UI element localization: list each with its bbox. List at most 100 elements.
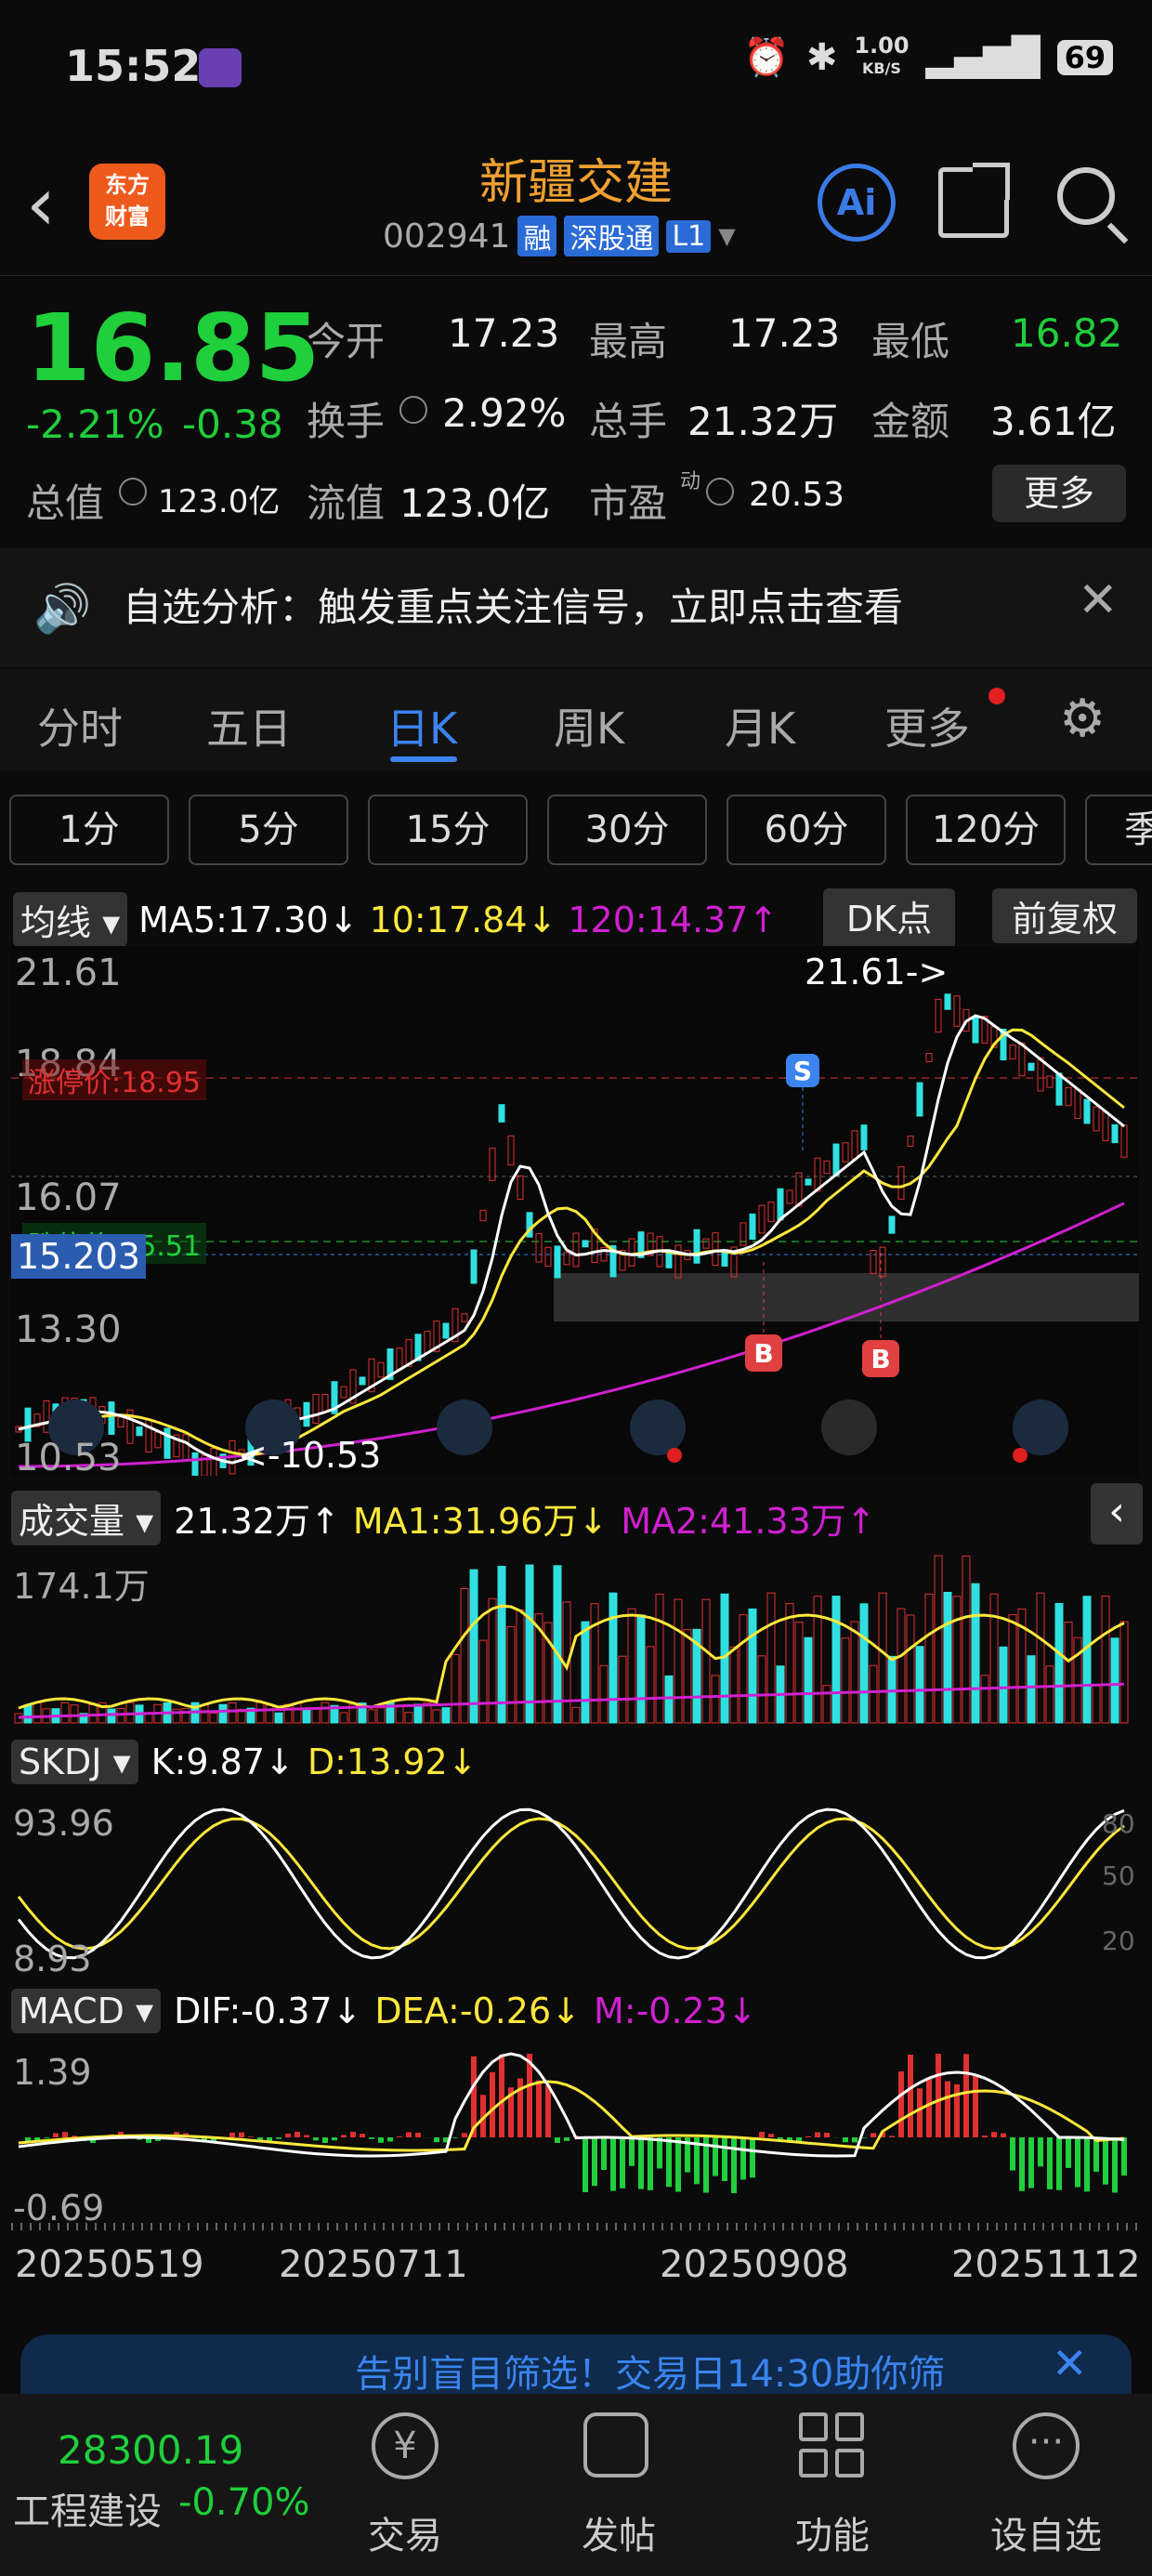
next-icon[interactable] [821,1400,877,1455]
period-15min[interactable]: 15分 [368,795,528,865]
date-label-3: 20250908 [660,2243,849,2286]
collapse-icon[interactable]: ‹ [1091,1483,1143,1544]
low-value: 16.82 [1011,310,1123,356]
ma120-value: 120:14.37↑ [568,899,779,940]
tab-daily-k[interactable]: 日K [386,695,457,756]
grid-icon[interactable] [799,2412,864,2477]
info-icon[interactable] [119,478,147,506]
macd-bar [341,2135,347,2137]
candle [359,1376,366,1386]
adjust-button[interactable]: 前复权 [992,888,1137,943]
candle [1111,1124,1119,1144]
period-quarter[interactable]: 季 [1085,795,1152,865]
period-30min[interactable]: 30分 [547,795,707,865]
period-1min[interactable]: 1分 [9,795,169,865]
tab-more[interactable]: 更多 [884,695,970,756]
date-label-1: 20250519 [15,2243,204,2286]
macd-bar [908,2054,913,2137]
macd-m: M:-0.23↓ [594,1991,757,2031]
info-icon[interactable] [399,396,427,424]
pe-sup: 动 [680,470,701,493]
ma-selector[interactable]: 均线 ▾ [13,892,128,947]
macd-bar [778,2137,783,2139]
share-icon[interactable] [938,163,1010,238]
volume-bar [804,1636,813,1724]
macd-selector[interactable]: MACD ▾ [11,1989,162,2033]
macd-bar [583,2137,588,2192]
macd-bar [536,2080,542,2137]
volume-bar [451,1653,460,1724]
info-icon[interactable] [706,478,734,506]
macd-bar [620,2137,625,2188]
volume-selector[interactable]: 成交量 ▾ [11,1491,162,1545]
volume-bar [794,1621,804,1724]
more-button[interactable]: 更多 [992,465,1126,522]
volume-bar [1101,1596,1110,1724]
stock-code-row[interactable]: 002941 融 深股通 L1 ▼ [383,216,736,256]
index-value[interactable]: 28300.19 [58,2427,243,2473]
amount-value: 3.61亿 [990,399,1117,444]
volume-legend: 成交量 ▾ 21.32万↑ MA1:31.96万↓ MA2:41.33万↑ [11,1491,876,1545]
nav-post[interactable]: 发帖 [554,2505,684,2559]
close-icon[interactable]: ✕ [1078,572,1119,628]
promo-banner[interactable]: 告别盲目筛选！交易日14:30助你筛 ✕ [20,2334,1132,2399]
macd-bar [313,2137,319,2141]
post-icon[interactable] [583,2412,648,2477]
volume-bar [822,1685,831,1724]
change-abs: -0.38 [182,401,283,447]
period-60min[interactable]: 60分 [727,795,886,865]
prev-icon[interactable] [630,1400,686,1455]
skdj-bottom-label: 8.93 [13,1939,92,1979]
close-icon[interactable]: ✕ [1052,2338,1088,2388]
candle [164,1427,171,1459]
volume-bar [841,1637,850,1724]
ai-button[interactable]: Ai [818,164,896,242]
volume-bar [432,1709,441,1724]
kline-legend: 均线 ▾ MA5:17.30↓ 10:17.84↓ 120:14.37↑ [13,892,778,947]
tab-monthly-k[interactable]: 月K [725,695,795,756]
volume-bar [943,1591,952,1724]
notice-bar[interactable]: 🔊 自选分析：触发重点关注信号，立即点击查看 ✕ [0,548,1152,667]
macd-bar [248,2136,254,2137]
macd-bar [360,2134,365,2137]
macd-bar [332,2137,337,2141]
tab-five-day[interactable]: 五日 [206,695,292,756]
tab-intraday[interactable]: 分时 [37,695,123,756]
nav-functions[interactable]: 功能 [767,2505,897,2559]
tab-weekly-k[interactable]: 周K [554,695,624,756]
macd-legend: MACD ▾ DIF:-0.37↓ DEA:-0.26↓ M:-0.23↓ [11,1989,757,2033]
candle [136,1426,143,1437]
volume-bar [376,1707,386,1724]
candle [972,1016,979,1044]
nav-add-watchlist[interactable]: 设自选 [981,2505,1111,2559]
macd-histogram [25,2054,1127,2193]
macd-top-label: 1.39 [13,2052,92,2093]
fullscreen-icon[interactable] [1013,1400,1068,1455]
macd-bar [229,2132,235,2137]
macd-bar [982,2136,988,2137]
ma5-value: MA5:17.30↓ [138,899,359,940]
candle [777,1188,784,1221]
index-name[interactable]: 工程建设 [13,2481,162,2535]
more-icon[interactable]: ··· [1013,2412,1080,2479]
kline-chart[interactable]: S B B [11,946,1139,1476]
candle [470,1249,478,1284]
skdj-level-50: 50 [1102,1860,1135,1891]
volume-bar [897,1608,906,1724]
trade-icon[interactable]: ¥ [372,2412,439,2479]
volume-bar [367,1709,376,1724]
period-120min[interactable]: 120分 [906,795,1066,865]
volume-bar [878,1592,887,1724]
search-icon[interactable] [1057,167,1129,244]
passkey-icon [199,48,242,87]
gear-icon[interactable]: ⚙ [1059,693,1106,745]
volume-bar [255,1702,265,1724]
period-5min[interactable]: 5分 [189,795,348,865]
plus-icon[interactable] [437,1400,492,1455]
volume-bar [869,1664,878,1724]
macd-bar [1056,2137,1062,2190]
volume-bar [989,1593,999,1724]
nav-trade[interactable]: 交易 [340,2505,470,2559]
macd-bar [1066,2137,1071,2168]
skdj-selector[interactable]: SKDJ ▾ [11,1740,138,1784]
